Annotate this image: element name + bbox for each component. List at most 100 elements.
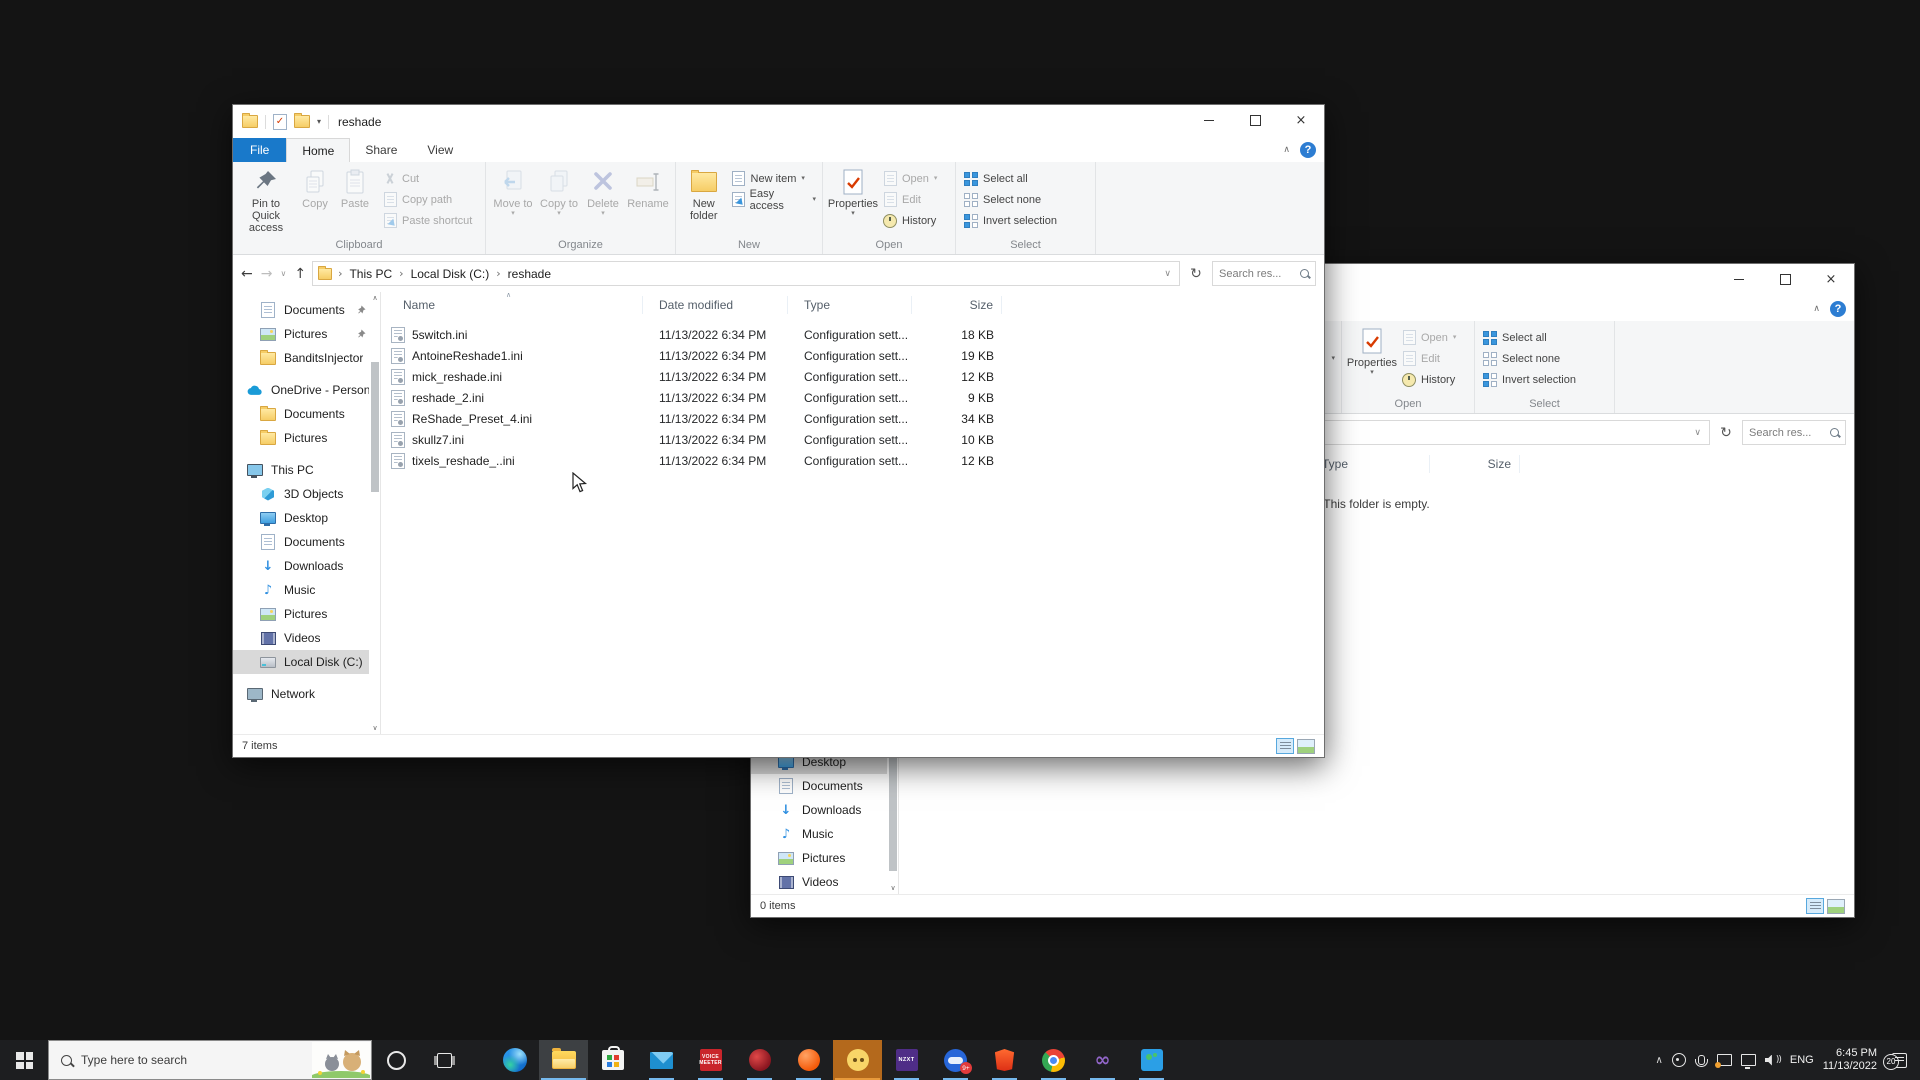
titlebar[interactable]: ✓ ▾ reshade × bbox=[233, 105, 1324, 138]
refresh-icon[interactable]: ↻ bbox=[1186, 266, 1206, 282]
search-highlight-image[interactable] bbox=[312, 1042, 370, 1078]
scroll-down-icon[interactable]: ∨ bbox=[888, 884, 898, 892]
sidebar-item-music[interactable]: ♪ Music bbox=[233, 578, 369, 602]
explorer-window-reshade[interactable]: ✓ ▾ reshade × File Home Share View ∧ ? bbox=[232, 104, 1325, 758]
back-icon[interactable]: ← bbox=[241, 266, 253, 282]
move-to-button[interactable]: Move to ▾ bbox=[490, 165, 536, 217]
close-button[interactable]: × bbox=[1808, 264, 1854, 294]
cortana-button[interactable] bbox=[372, 1040, 420, 1080]
sidebar-item-this-pc[interactable]: This PC bbox=[233, 458, 369, 482]
file-row[interactable]: 5switch.ini 11/13/2022 6:34 PM Configura… bbox=[381, 324, 1324, 345]
paste-shortcut-button[interactable]: Paste shortcut bbox=[379, 210, 476, 231]
easy-access-button[interactable]: Easy access▾ bbox=[728, 189, 820, 210]
maximize-button[interactable] bbox=[1762, 264, 1808, 294]
sidebar-item-documents[interactable]: Documents bbox=[233, 530, 369, 554]
taskbar-app-nzxt[interactable]: NZXT bbox=[882, 1040, 931, 1080]
sidebar-item-pictures[interactable]: Pictures bbox=[233, 602, 369, 626]
column-header-size[interactable]: Size bbox=[912, 296, 1002, 314]
collapse-ribbon-icon[interactable]: ∧ bbox=[1813, 304, 1820, 314]
scroll-up-icon[interactable]: ∧ bbox=[370, 294, 380, 302]
column-header-date-modified[interactable]: Date modified bbox=[643, 296, 788, 314]
crumb-this-pc[interactable]: This PC bbox=[349, 267, 392, 281]
tab-file[interactable]: File bbox=[233, 138, 286, 162]
select-none-button[interactable]: Select none bbox=[1479, 348, 1580, 369]
taskbar-app-brave[interactable] bbox=[980, 1040, 1029, 1080]
qat-new-folder-icon[interactable] bbox=[294, 115, 310, 128]
open-button[interactable]: Open▾ bbox=[1398, 327, 1460, 348]
close-button[interactable]: × bbox=[1278, 105, 1324, 135]
taskbar-app-discord[interactable] bbox=[833, 1040, 882, 1080]
taskbar-app-voicemod[interactable] bbox=[735, 1040, 784, 1080]
taskbar-app-game[interactable]: 9+ bbox=[931, 1040, 980, 1080]
language-indicator[interactable]: ENG bbox=[1790, 1054, 1814, 1066]
start-button[interactable] bbox=[0, 1040, 48, 1080]
minimize-button[interactable] bbox=[1716, 264, 1762, 294]
help-icon[interactable]: ? bbox=[1300, 142, 1316, 158]
address-dropdown-icon[interactable]: ∨ bbox=[1164, 269, 1174, 279]
sidebar-item-pictures-pinned[interactable]: Pictures bbox=[233, 322, 369, 346]
taskbar-app-chrome[interactable] bbox=[1029, 1040, 1078, 1080]
select-none-button[interactable]: Select none bbox=[960, 189, 1061, 210]
file-row[interactable]: AntoineReshade1.ini 11/13/2022 6:34 PM C… bbox=[381, 345, 1324, 366]
task-view-button[interactable] bbox=[420, 1040, 468, 1080]
tab-home[interactable]: Home bbox=[286, 138, 350, 162]
file-row[interactable]: ReShade_Preset_4.ini 11/13/2022 6:34 PM … bbox=[381, 408, 1324, 429]
sidebar-item-onedrive[interactable]: OneDrive - Personal bbox=[233, 378, 369, 402]
taskbar-search[interactable]: Type here to search bbox=[48, 1040, 372, 1080]
copy-button[interactable]: Copy bbox=[295, 165, 335, 210]
thumbnails-view-icon[interactable] bbox=[1827, 899, 1845, 914]
history-button[interactable]: History bbox=[1398, 369, 1460, 390]
edit-button[interactable]: Edit bbox=[1398, 348, 1460, 369]
maximize-button[interactable] bbox=[1232, 105, 1278, 135]
invert-selection-button[interactable]: Invert selection bbox=[1479, 369, 1580, 390]
properties-button[interactable]: Properties ▾ bbox=[1346, 324, 1398, 376]
sidebar-item-videos[interactable]: Videos bbox=[751, 870, 887, 894]
file-row[interactable]: skullz7.ini 11/13/2022 6:34 PM Configura… bbox=[381, 429, 1324, 450]
properties-button[interactable]: Properties ▾ bbox=[827, 165, 879, 217]
qat-properties-icon[interactable]: ✓ bbox=[273, 114, 287, 130]
qat-customize-icon[interactable]: ▾ bbox=[317, 117, 321, 126]
rename-button[interactable]: Rename bbox=[624, 165, 672, 210]
tray-expand-icon[interactable]: ∧ bbox=[1656, 1055, 1663, 1066]
new-item-button[interactable]: New item▾ bbox=[728, 168, 820, 189]
select-all-button[interactable]: Select all bbox=[1479, 327, 1580, 348]
scroll-down-icon[interactable]: ∨ bbox=[370, 724, 380, 732]
sidebar-item-banditsinjector[interactable]: BanditsInjector bbox=[233, 346, 369, 370]
taskbar-app-soundcloud[interactable] bbox=[784, 1040, 833, 1080]
taskbar-app-file-explorer[interactable] bbox=[539, 1040, 588, 1080]
action-center-icon[interactable]: 20 bbox=[1892, 1053, 1907, 1068]
pin-to-quick-access-button[interactable]: Pin to Quick access bbox=[237, 165, 295, 234]
taskbar-app-media[interactable] bbox=[1127, 1040, 1176, 1080]
invert-selection-button[interactable]: Invert selection bbox=[960, 210, 1061, 231]
crumb-reshade[interactable]: reshade bbox=[508, 267, 551, 281]
search-box[interactable]: Search res... bbox=[1212, 261, 1316, 286]
thumbnails-view-icon[interactable] bbox=[1297, 739, 1315, 754]
sidebar-item-downloads[interactable]: ↓ Downloads bbox=[233, 554, 369, 578]
forward-icon[interactable]: → bbox=[261, 266, 273, 282]
collapse-ribbon-icon[interactable]: ∧ bbox=[1283, 145, 1290, 155]
sidebar-item-network[interactable]: Network bbox=[233, 682, 369, 706]
sidebar-item-documents[interactable]: Documents bbox=[751, 774, 887, 798]
sidebar-item-3d-objects[interactable]: 3D Objects bbox=[233, 482, 369, 506]
refresh-icon[interactable]: ↻ bbox=[1716, 425, 1736, 441]
new-folder-button[interactable]: New folder bbox=[680, 165, 728, 222]
cut-button[interactable]: Cut bbox=[379, 168, 476, 189]
microphone-tray-icon[interactable] bbox=[1698, 1055, 1705, 1065]
sidebar-item-documents-pinned[interactable]: Documents bbox=[233, 298, 369, 322]
copy-path-button[interactable]: Copy path bbox=[379, 189, 476, 210]
sidebar-scrollbar[interactable]: ∧ ∨ bbox=[370, 292, 380, 734]
back-search-box[interactable]: Search res... bbox=[1742, 420, 1846, 445]
copy-to-button[interactable]: Copy to ▾ bbox=[536, 165, 582, 217]
sidebar-item-local-disk-c[interactable]: Local Disk (C:) bbox=[233, 650, 369, 674]
taskbar-app-visual-studio[interactable]: ∞ bbox=[1078, 1040, 1127, 1080]
help-icon[interactable]: ? bbox=[1830, 301, 1846, 317]
taskbar-app-edge[interactable] bbox=[490, 1040, 539, 1080]
file-list[interactable]: ∧ Name Date modified Type Size 5switch.i… bbox=[381, 292, 1324, 734]
column-header-type[interactable]: Type bbox=[788, 296, 912, 314]
sidebar-item-desktop[interactable]: Desktop bbox=[233, 506, 369, 530]
taskbar-app-voicemeeter[interactable]: VOICEMEETER bbox=[686, 1040, 735, 1080]
select-all-button[interactable]: Select all bbox=[960, 168, 1061, 189]
history-button[interactable]: History bbox=[879, 210, 941, 231]
details-view-icon[interactable] bbox=[1276, 738, 1294, 754]
address-dropdown-icon[interactable]: ∨ bbox=[1694, 428, 1704, 438]
